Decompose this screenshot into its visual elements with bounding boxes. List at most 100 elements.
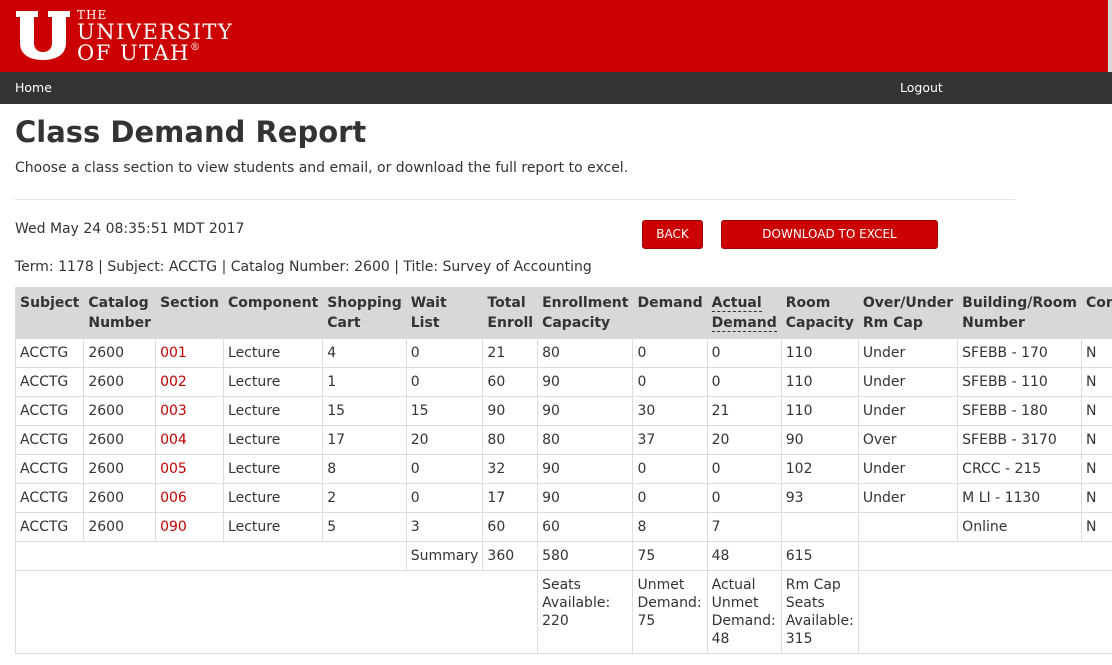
cell-wait-list: 0 (405, 367, 484, 397)
cell-total-enroll: 32 (482, 454, 539, 484)
summary-spacer (15, 541, 407, 571)
report-timestamp: Wed May 24 08:35:51 MDT 2017 (15, 221, 245, 237)
cell-building-room: Online (957, 512, 1082, 542)
section-link[interactable]: 006 (160, 490, 187, 506)
cell-room-capacity: 110 (780, 367, 859, 397)
table-row: ACCTG 2600 090 Lecture 5 3 60 60 8 7 Onl… (14, 512, 1112, 542)
cell-shopping-cart: 4 (322, 338, 407, 368)
cell-subject: ACCTG (14, 512, 85, 542)
summary-demand: 75 (632, 541, 708, 571)
term-info-line: Term: 1178 | Subject: ACCTG | Catalog Nu… (15, 259, 592, 275)
page-subtitle: Choose a class section to view students … (15, 160, 629, 176)
top-navbar: Home Logout (0, 72, 1112, 104)
cell-consent: N (1080, 483, 1112, 513)
cell-catalog: 2600 (83, 454, 157, 484)
header-enrollment-capacity[interactable]: Enrollment Capacity (537, 287, 634, 339)
cell-component: Lecture (223, 483, 324, 513)
header-shopping-cart[interactable]: Shopping Cart (322, 287, 407, 339)
header-building-room-number[interactable]: Building/Room Number (957, 287, 1082, 339)
summary-actual-demand: 48 (706, 541, 782, 571)
cell-building-room: SFEBB - 170 (957, 338, 1082, 368)
summary-total-enroll: 360 (482, 541, 539, 571)
cell-room-capacity: 110 (780, 338, 859, 368)
download-to-excel-button[interactable]: DOWNLOAD TO EXCEL (721, 220, 938, 249)
cell-component: Lecture (223, 367, 324, 397)
summary-label: Summary (405, 541, 484, 571)
cell-actual-demand: 0 (706, 483, 782, 513)
header-demand[interactable]: Demand (632, 287, 708, 339)
table-row: ACCTG 2600 001 Lecture 4 0 21 80 0 0 110… (14, 338, 1112, 368)
section-link[interactable]: 090 (160, 519, 187, 535)
header-total-enroll[interactable]: Total Enroll (482, 287, 539, 339)
cell-section: 002 (155, 367, 225, 397)
cell-section: 001 (155, 338, 225, 368)
header-consent[interactable]: Consent (1080, 287, 1112, 339)
cell-enrollment-capacity: 90 (537, 396, 634, 426)
section-link[interactable]: 004 (160, 432, 187, 448)
section-link[interactable]: 001 (160, 345, 187, 361)
cell-catalog: 2600 (83, 425, 157, 455)
cell-actual-demand: 0 (706, 338, 782, 368)
cell-component: Lecture (223, 338, 324, 368)
header-actual-demand[interactable]: Actual Demand (706, 287, 782, 339)
cell-catalog: 2600 (83, 512, 157, 542)
table-row: ACCTG 2600 005 Lecture 8 0 32 90 0 0 102… (14, 454, 1112, 484)
cell-subject: ACCTG (14, 338, 85, 368)
header-catalog-number[interactable]: Catalog Number (83, 287, 157, 339)
section-link[interactable]: 002 (160, 374, 187, 390)
cell-catalog: 2600 (83, 338, 157, 368)
cell-subject: ACCTG (14, 425, 85, 455)
nav-logout-link[interactable]: Logout (900, 80, 943, 95)
logo-university: UNIVERSITY (77, 20, 234, 44)
registered-mark: ® (190, 42, 202, 53)
cell-subject: ACCTG (14, 367, 85, 397)
university-u-logo-icon[interactable] (14, 9, 72, 61)
summary-enrollment-capacity: 580 (537, 541, 634, 571)
cell-building-room: SFEBB - 110 (957, 367, 1082, 397)
cell-catalog: 2600 (83, 367, 157, 397)
cell-enrollment-capacity: 80 (537, 338, 634, 368)
cell-component: Lecture (223, 425, 324, 455)
university-wordmark[interactable]: THE UNIVERSITY OF UTAH® (77, 9, 233, 64)
cell-total-enroll: 80 (482, 425, 539, 455)
cell-consent: N (1080, 454, 1112, 484)
cell-total-enroll: 60 (482, 367, 539, 397)
availability-trailing-spacer (857, 570, 1112, 654)
header-section[interactable]: Section (155, 287, 225, 339)
nav-home-link[interactable]: Home (15, 80, 52, 95)
back-button[interactable]: BACK (642, 220, 703, 249)
availability-spacer (14, 570, 539, 654)
cell-actual-demand: 0 (706, 367, 782, 397)
cell-shopping-cart: 17 (322, 425, 407, 455)
header-component[interactable]: Component (223, 287, 324, 339)
cell-shopping-cart: 2 (322, 483, 407, 513)
header-wait-list[interactable]: Wait List (405, 287, 484, 339)
summary-row: Summary 360 580 75 48 615 (15, 541, 1112, 571)
summary-trailing-spacer (857, 541, 1112, 571)
cell-over-under: Under (857, 367, 959, 397)
cell-catalog: 2600 (83, 396, 157, 426)
cell-over-under (857, 512, 959, 542)
cell-total-enroll: 17 (482, 483, 539, 513)
class-demand-table: Subject Catalog Number Section Component … (14, 287, 1112, 654)
cell-section: 003 (155, 396, 225, 426)
header-room-capacity[interactable]: Room Capacity (780, 287, 859, 339)
cell-consent: N (1080, 425, 1112, 455)
cell-room-capacity: 102 (780, 454, 859, 484)
header-over-under-rm-cap[interactable]: Over/Under Rm Cap (857, 287, 959, 339)
site-header: THE UNIVERSITY OF UTAH® (0, 0, 1112, 72)
summary-room-capacity: 615 (780, 541, 859, 571)
cell-consent: N (1080, 338, 1112, 368)
cell-wait-list: 0 (405, 483, 484, 513)
cell-shopping-cart: 1 (322, 367, 407, 397)
section-link[interactable]: 005 (160, 461, 187, 477)
logo-of-utah: OF UTAH® (77, 41, 202, 65)
table-row: ACCTG 2600 002 Lecture 1 0 60 90 0 0 110… (14, 367, 1112, 397)
cell-enrollment-capacity: 90 (537, 483, 634, 513)
header-subject[interactable]: Subject (14, 287, 85, 339)
cell-section: 005 (155, 454, 225, 484)
cell-actual-demand: 21 (706, 396, 782, 426)
section-link[interactable]: 003 (160, 403, 187, 419)
cell-shopping-cart: 8 (322, 454, 407, 484)
cell-enrollment-capacity: 60 (537, 512, 634, 542)
